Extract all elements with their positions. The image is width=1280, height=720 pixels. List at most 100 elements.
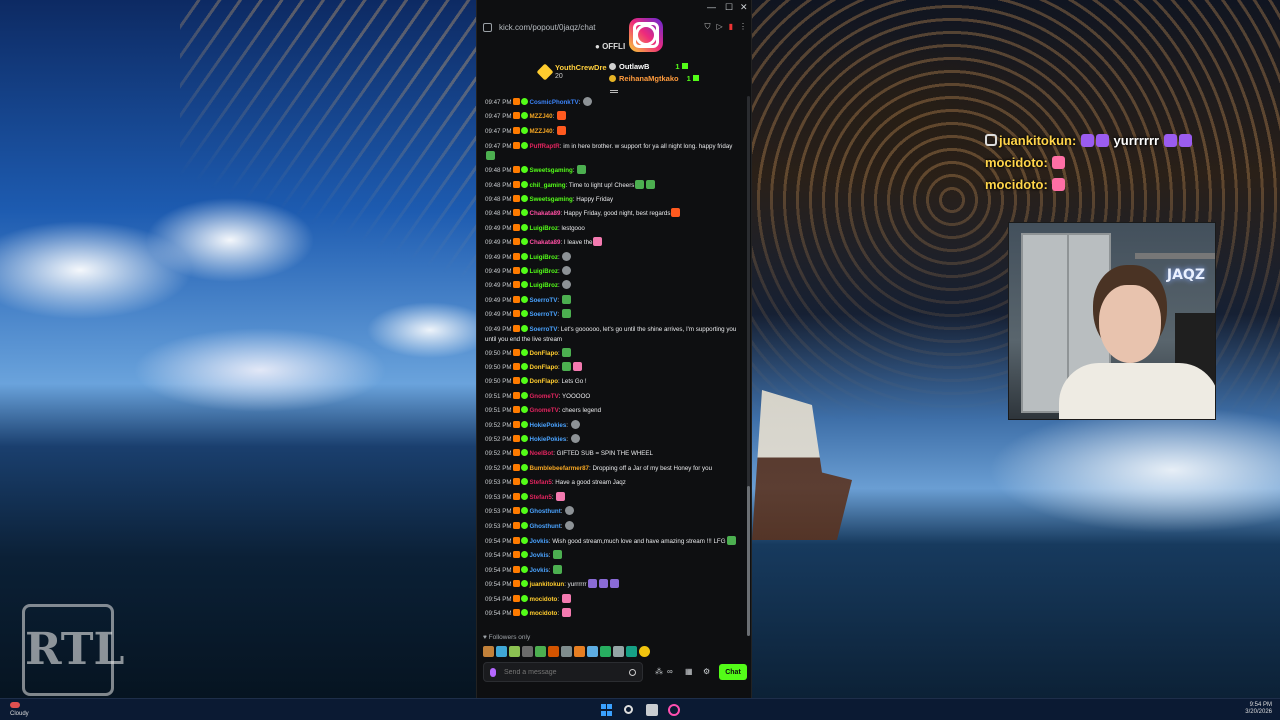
chat-message[interactable]: 09:49 PM LuigiBroz: [485,251,739,265]
emote-icon[interactable] [561,593,571,603]
url-text[interactable]: kick.com/popout/0jaqz/chat [499,23,596,32]
emote-icon[interactable] [600,646,611,657]
chat-message[interactable]: 09:54 PM mocidoto: [485,593,739,607]
chat-message[interactable]: 09:52 PM HokiePokies: [485,419,739,433]
emote-icon[interactable] [561,294,571,304]
message-username[interactable]: Ghosthunt [529,508,560,515]
emote-icon[interactable] [587,646,598,657]
chat-message[interactable]: 09:49 PM SoerroTV: [485,294,739,308]
message-username[interactable]: PuffRaptR [529,143,559,150]
chat-message[interactable]: 09:47 PM MZZJ40: [485,110,739,124]
emote-icon[interactable] [613,646,624,657]
emote-icon[interactable] [570,434,580,444]
emote-icon[interactable] [565,506,575,516]
settings-gear-icon[interactable]: ⚙ [703,667,710,676]
emote-icon[interactable] [496,646,507,657]
chat-message[interactable]: 09:53 PM Stefan5: Have a good stream Jaqz [485,476,739,490]
chat-message[interactable]: 09:50 PM DonFlapo: Lets Go ! [485,375,739,389]
emote-icon[interactable] [598,579,608,589]
chat-message[interactable]: 09:54 PM Jovkis: Wish good stream,much lo… [485,534,739,549]
emote-icon[interactable] [556,111,566,121]
message-username[interactable]: mocidoto [529,596,557,603]
emote-icon[interactable] [561,309,571,319]
chat-message[interactable]: 09:49 PM LuigiBroz: lestgooo [485,222,739,236]
emote-icon[interactable] [639,646,650,657]
emote-icon[interactable] [562,251,572,261]
chat-input-box[interactable] [483,662,643,682]
scroll-thumb[interactable] [747,486,750,636]
chat-message[interactable]: 09:48 PM Chakata89: Happy Friday, good ni… [485,207,739,221]
emote-icon[interactable] [562,266,572,276]
site-info-icon[interactable] [483,22,492,32]
message-username[interactable]: Chakata89 [529,210,560,217]
search-icon[interactable] [624,705,633,714]
emote-icon[interactable] [561,646,572,657]
message-username[interactable]: juankitokun [529,581,564,588]
chat-message[interactable]: 09:49 PM Chakata89: I leave the [485,236,739,250]
top-gifter-name[interactable]: YouthCrewDre [555,63,607,72]
emote-icon[interactable] [587,579,597,589]
message-username[interactable]: Jovkis [529,567,548,574]
leaderboard-entry[interactable]: ReihanaMgtkako 1 [609,74,699,83]
emote-icon[interactable] [635,179,645,189]
emote-icon[interactable] [626,646,637,657]
message-username[interactable]: Stefan5 [529,479,551,486]
chat-message[interactable]: 09:49 PM LuigiBroz: [485,265,739,279]
emote-icon[interactable] [562,347,572,357]
chat-message[interactable]: 09:49 PM SoerroTV: Let's goooooo, let's g… [485,323,739,347]
message-username[interactable]: DonFlapo [529,350,558,357]
chat-message[interactable]: 09:50 PM DonFlapo: [485,361,739,375]
emote-icon[interactable] [561,607,571,617]
message-username[interactable]: Bumblebeefarmer87 [529,465,589,472]
emote-icon[interactable] [593,237,603,247]
emote-icon[interactable] [646,179,656,189]
chat-message[interactable]: 09:54 PM Jovkis: [485,549,739,563]
system-clock[interactable]: 9:54 PM 3/20/2026 [1245,702,1272,716]
message-username[interactable]: GnomeTV [529,407,558,414]
message-username[interactable]: DonFlapo [529,364,558,371]
emoji-icon[interactable] [629,668,636,676]
chat-message[interactable]: 09:49 PM SoerroTV: [485,308,739,322]
chat-message[interactable]: 09:48 PM chil_gaming: Time to light up! C… [485,179,739,193]
emote-icon[interactable] [565,520,575,530]
chat-message[interactable]: 09:53 PM Stefan5: [485,491,739,505]
emote-icon[interactable] [570,419,580,429]
chat-message[interactable]: 09:47 PM MZZJ40: [485,125,739,139]
message-username[interactable]: Sweetsgaming [529,167,572,174]
shield-icon[interactable]: ⛉ [704,22,710,32]
emote-icon[interactable] [553,564,563,574]
chat-message[interactable]: 09:54 PM Jovkis: [485,564,739,578]
message-username[interactable]: HokiePokies [529,436,566,443]
chat-message[interactable]: 09:54 PM juankitokun: yurrrrrr [485,578,739,592]
chat-message[interactable]: 09:51 PM GnomeTV: YOOOOO [485,390,739,404]
emote-icon[interactable] [562,280,572,290]
message-username[interactable]: NoelBot [529,450,553,457]
message-username[interactable]: LuigiBroz [529,225,558,232]
chat-message[interactable]: 09:48 PM Sweetsgaming: Happy Friday [485,193,739,207]
message-username[interactable]: Chakata89 [529,239,560,246]
chat-message[interactable]: 09:53 PM Ghosthunt: [485,520,739,534]
message-username[interactable]: mocidoto [529,610,557,617]
close-icon[interactable]: ✕ [740,2,748,12]
file-explorer-icon[interactable] [646,704,658,716]
emote-icon[interactable] [556,125,566,135]
chat-scrollbar[interactable] [747,96,750,636]
send-chat-button[interactable]: Chat [719,664,747,680]
message-username[interactable]: Sweetsgaming [529,196,572,203]
message-username[interactable]: LuigiBroz [529,282,558,289]
maximize-icon[interactable]: ☐ [725,2,733,12]
chat-message[interactable]: 09:52 PM Bumblebeefarmer87: Dropping off … [485,462,739,476]
chat-message[interactable]: 09:51 PM GnomeTV: cheers legend [485,404,739,418]
message-username[interactable]: Stefan5 [529,494,551,501]
weather-widget[interactable]: Cloudy [10,702,29,718]
emote-icon[interactable] [726,536,736,546]
chat-message[interactable]: 09:47 PM CosmicPhonkTV: [485,96,739,110]
emote-icon[interactable] [609,579,619,589]
chat-message[interactable]: 09:52 PM NoelBot: GIFTED SUB = SPIN THE W… [485,447,739,461]
chat-message[interactable]: 09:50 PM DonFlapo: [485,347,739,361]
message-username[interactable]: MZZJ40 [529,128,552,135]
message-username[interactable]: LuigiBroz [529,254,558,261]
chat-message[interactable]: 09:53 PM Ghosthunt: [485,505,739,519]
emote-icon[interactable] [583,97,593,106]
address-bar[interactable]: kick.com/popout/0jaqz/chat ⛉ ▷ ▮ ⋮ [477,14,751,40]
